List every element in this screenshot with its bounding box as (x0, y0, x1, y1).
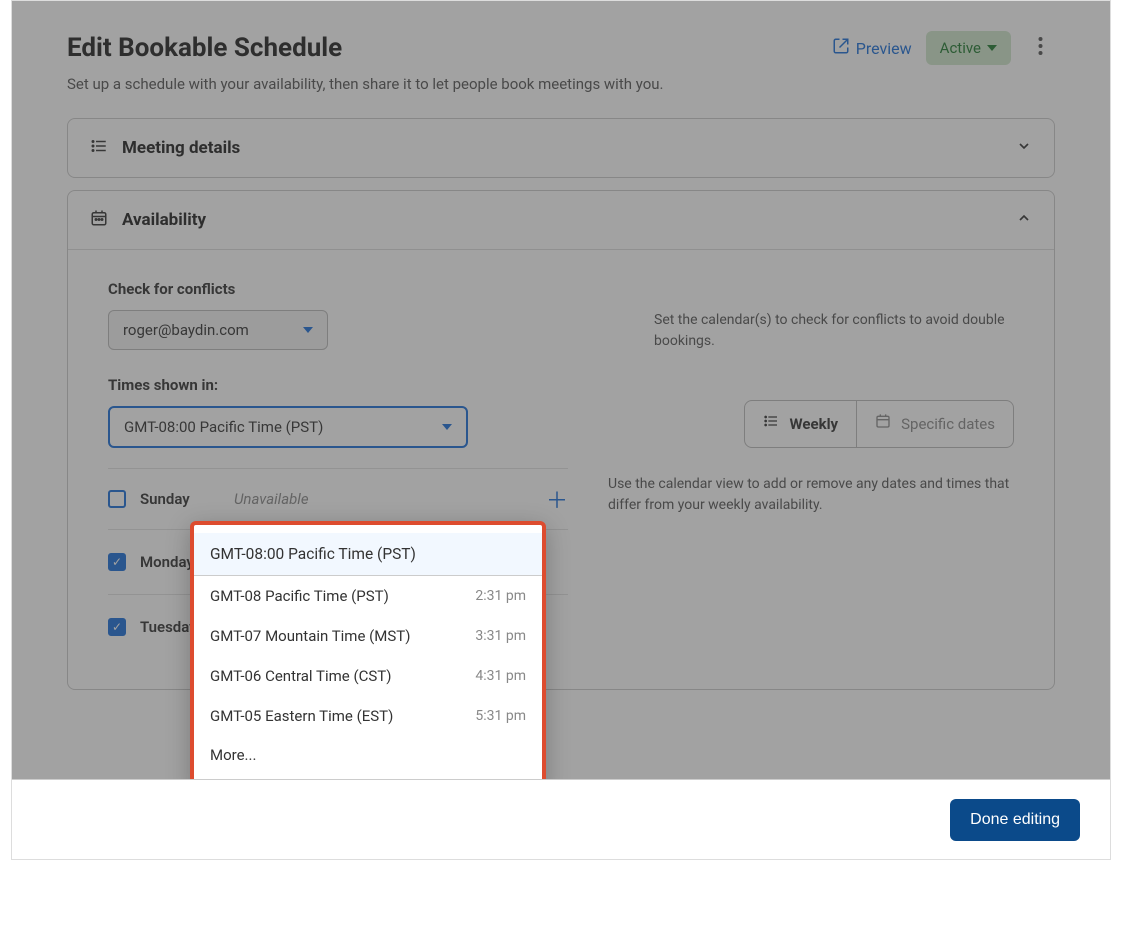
timezone-option-label: GMT-08 Pacific Time (PST) (210, 587, 389, 605)
timezone-option-time: 2:31 pm (475, 588, 526, 604)
timezone-option-time: 5:31 pm (475, 708, 526, 724)
timezone-option-time: 4:31 pm (475, 668, 526, 684)
timezone-option-label: GMT-06 Central Time (CST) (210, 667, 391, 685)
timezone-dropdown-selected[interactable]: GMT-08:00 Pacific Time (PST) (194, 533, 542, 576)
timezone-option[interactable]: GMT-07 Mountain Time (MST) 3:31 pm (194, 616, 542, 656)
timezone-option-more[interactable]: More... (194, 736, 542, 774)
timezone-option-time: 3:31 pm (475, 628, 526, 644)
timezone-option[interactable]: GMT-08 Pacific Time (PST) 2:31 pm (194, 576, 542, 616)
timezone-option[interactable]: GMT-06 Central Time (CST) 4:31 pm (194, 656, 542, 696)
timezone-option-label: GMT-07 Mountain Time (MST) (210, 627, 410, 645)
timezone-option[interactable]: GMT-05 Eastern Time (EST) 5:31 pm (194, 696, 542, 736)
timezone-option-label: GMT-05 Eastern Time (EST) (210, 707, 393, 725)
done-editing-button[interactable]: Done editing (950, 799, 1080, 841)
modal-scrim[interactable] (12, 1, 1110, 859)
timezone-dropdown-popover: GMT-08:00 Pacific Time (PST) GMT-08 Paci… (190, 521, 546, 792)
page-footer: Done editing (12, 779, 1110, 859)
page-container: Edit Bookable Schedule Preview Active Se… (11, 0, 1111, 860)
